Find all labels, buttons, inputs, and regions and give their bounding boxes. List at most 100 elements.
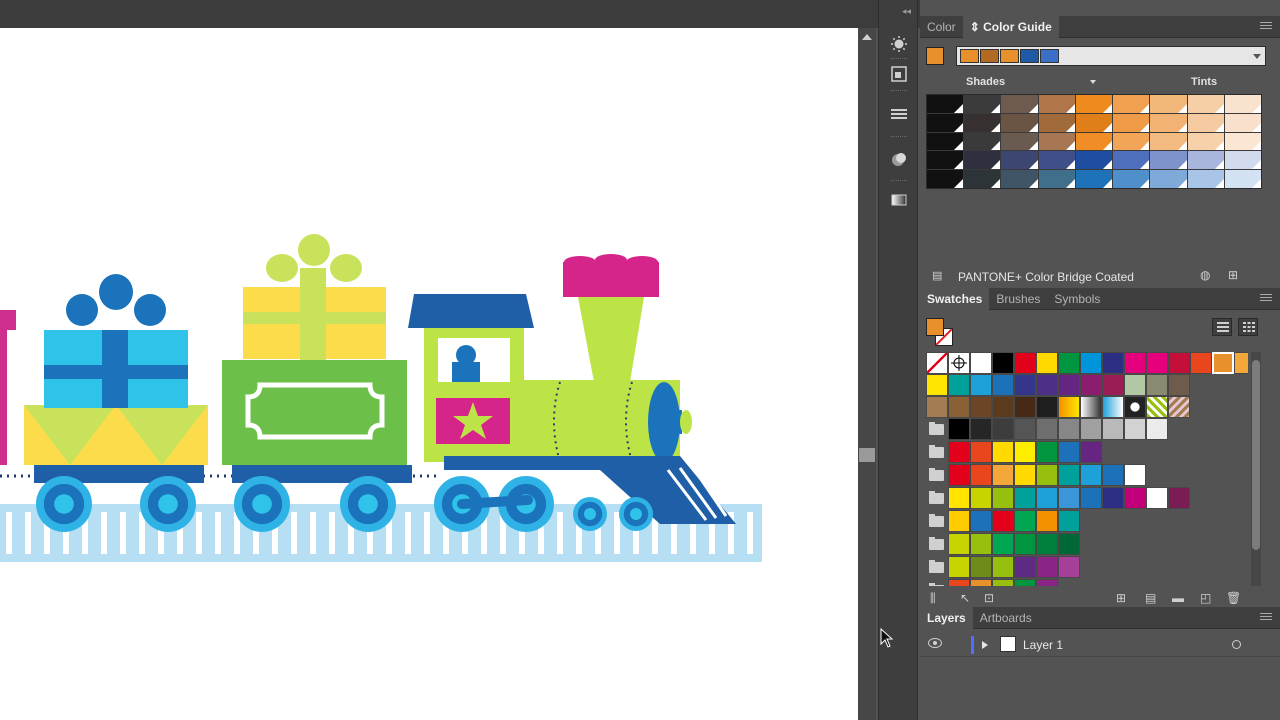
folder-icon[interactable] — [926, 533, 948, 555]
color-swatch[interactable] — [1058, 374, 1080, 396]
color-swatch[interactable] — [1102, 487, 1124, 509]
color-variation-cell[interactable] — [1187, 132, 1224, 151]
color-swatch[interactable] — [1102, 418, 1124, 440]
color-swatch[interactable] — [992, 510, 1014, 532]
scrollbar-thumb[interactable] — [1252, 360, 1260, 550]
visibility-eye-icon[interactable] — [928, 638, 942, 648]
color-swatch[interactable] — [1036, 418, 1058, 440]
color-swatch[interactable] — [1036, 556, 1058, 578]
pattern-swatch[interactable] — [1058, 396, 1080, 418]
color-variation-cell[interactable] — [1187, 113, 1224, 132]
color-swatch[interactable] — [970, 510, 992, 532]
color-swatch[interactable] — [1036, 464, 1058, 486]
color-swatch[interactable] — [1080, 464, 1102, 486]
list-view-button[interactable] — [1212, 318, 1232, 336]
color-swatch[interactable] — [1014, 418, 1036, 440]
folder-icon[interactable] — [926, 556, 948, 578]
color-variation-cell[interactable] — [1150, 95, 1187, 113]
color-swatch[interactable] — [948, 487, 970, 509]
color-variation-cell[interactable] — [1038, 170, 1075, 188]
color-variation-cell[interactable] — [927, 113, 964, 132]
vertical-scrollbar[interactable] — [858, 28, 876, 720]
color-swatch[interactable] — [992, 441, 1014, 463]
color-swatch[interactable] — [970, 556, 992, 578]
color-swatch[interactable] — [1014, 441, 1036, 463]
canvas-area[interactable] — [0, 0, 858, 720]
color-variation-cell[interactable] — [927, 151, 964, 170]
color-variation-cell[interactable] — [1001, 170, 1038, 188]
color-variation-cell[interactable] — [1075, 113, 1113, 132]
color-variation-cell[interactable] — [1224, 132, 1261, 151]
color-swatch[interactable] — [1190, 352, 1212, 374]
color-variation-cell[interactable] — [1075, 170, 1113, 188]
color-swatch[interactable] — [1036, 533, 1058, 555]
base-color-swatch[interactable] — [926, 47, 944, 65]
color-swatch[interactable] — [992, 352, 1014, 374]
color-swatch[interactable] — [1014, 352, 1036, 374]
tab-artboards[interactable]: Artboards — [973, 607, 1039, 629]
align-icon[interactable] — [889, 104, 909, 124]
options-arrow-icon[interactable] — [1090, 80, 1096, 84]
color-variation-cell[interactable] — [1113, 95, 1150, 113]
folder-icon[interactable] — [926, 510, 948, 532]
color-variation-cell[interactable] — [1038, 95, 1075, 113]
color-swatch[interactable] — [948, 464, 970, 486]
color-swatch[interactable] — [992, 579, 1014, 586]
color-swatch[interactable] — [1058, 352, 1080, 374]
swatch-libraries-menu-icon[interactable]: ⫼ — [930, 591, 936, 606]
color-swatch[interactable] — [1036, 396, 1058, 418]
harmony-swatch[interactable] — [1040, 49, 1059, 63]
pattern-swatch[interactable] — [1102, 396, 1124, 418]
color-swatch[interactable] — [970, 579, 992, 586]
color-variation-cell[interactable] — [1075, 151, 1113, 170]
color-swatch[interactable] — [970, 464, 992, 486]
harmony-swatch[interactable] — [980, 49, 999, 63]
color-variation-cell[interactable] — [1038, 113, 1075, 132]
save-group-icon[interactable]: ⊞ — [1228, 268, 1238, 282]
tab-layers[interactable]: Layers — [920, 606, 973, 629]
color-swatch[interactable] — [1014, 464, 1036, 486]
color-variation-cell[interactable] — [1001, 113, 1038, 132]
color-swatch[interactable] — [1102, 374, 1124, 396]
harmony-swatch[interactable] — [1000, 49, 1019, 63]
tab-symbols[interactable]: Symbols — [1047, 288, 1107, 310]
color-swatch[interactable] — [1124, 374, 1146, 396]
layer-row[interactable]: Layer 1 — [920, 633, 1280, 657]
collapse-icon[interactable]: ◂◂ — [902, 6, 911, 17]
color-group-icon[interactable]: ⊞ — [1116, 591, 1126, 605]
color-variation-cell[interactable] — [1150, 151, 1187, 170]
swatch-library-icon[interactable]: ▤ — [932, 269, 942, 282]
panel-menu-icon[interactable] — [1260, 294, 1272, 304]
color-swatch[interactable] — [1014, 396, 1036, 418]
color-variation-cell[interactable] — [1150, 113, 1187, 132]
color-swatch[interactable] — [970, 441, 992, 463]
folder-icon[interactable] — [926, 441, 948, 463]
color-swatch[interactable] — [1080, 418, 1102, 440]
color-swatch[interactable] — [1014, 533, 1036, 555]
color-variation-cell[interactable] — [1001, 132, 1038, 151]
color-swatch[interactable] — [1014, 487, 1036, 509]
folder-icon[interactable] — [926, 418, 948, 440]
layer-name[interactable]: Layer 1 — [1023, 638, 1063, 652]
color-swatch[interactable] — [1102, 352, 1124, 374]
color-swatch[interactable] — [1080, 374, 1102, 396]
color-swatch[interactable] — [970, 418, 992, 440]
harmony-swatch[interactable] — [960, 49, 979, 63]
color-swatch[interactable] — [970, 374, 992, 396]
color-swatch[interactable] — [1168, 374, 1190, 396]
folder-icon[interactable] — [926, 579, 948, 586]
color-swatch[interactable] — [992, 533, 1014, 555]
color-swatch[interactable] — [1080, 352, 1102, 374]
color-swatch[interactable] — [1036, 579, 1058, 586]
folder-icon[interactable] — [926, 487, 948, 509]
color-swatch[interactable] — [1014, 510, 1036, 532]
color-swatch[interactable] — [1058, 441, 1080, 463]
color-variation-cell[interactable] — [964, 95, 1001, 113]
color-swatch[interactable] — [1124, 487, 1146, 509]
color-swatch[interactable] — [1080, 487, 1102, 509]
registration-swatch[interactable] — [948, 352, 970, 374]
color-variation-cell[interactable] — [1224, 113, 1261, 132]
fill-stroke-indicator[interactable] — [926, 318, 956, 348]
swatch-options-button-icon[interactable]: ▤ — [1145, 591, 1156, 605]
harmony-rules-dropdown[interactable] — [956, 46, 1266, 66]
